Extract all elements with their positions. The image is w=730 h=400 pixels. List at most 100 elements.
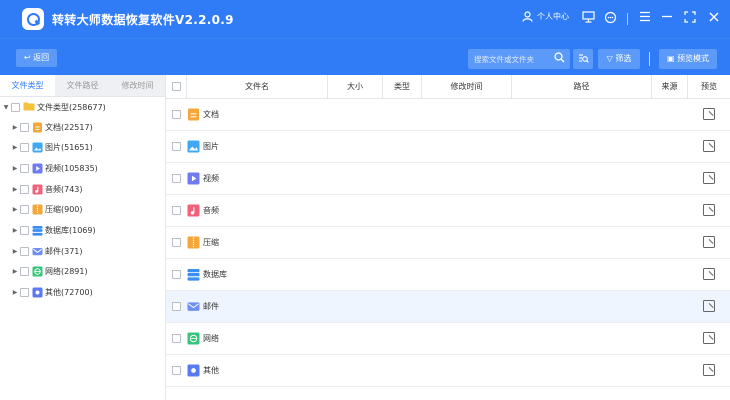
tree-label: 邮件(371) [45, 246, 83, 256]
maximize-icon[interactable] [683, 11, 697, 25]
row-checkbox[interactable] [172, 142, 181, 151]
monitor-icon[interactable] [581, 11, 595, 25]
expand-right-icon[interactable]: ▶ [11, 227, 19, 234]
tree-checkbox[interactable] [20, 184, 29, 194]
preview-mode-button[interactable]: ▣ 预览模式 [659, 49, 717, 69]
header-name[interactable]: 文件名 [187, 75, 328, 99]
row-checkbox[interactable] [172, 110, 181, 119]
row-checkbox[interactable] [172, 302, 181, 311]
select-all-checkbox[interactable] [171, 82, 181, 91]
search-icon[interactable] [554, 52, 565, 63]
preview-icon[interactable] [703, 236, 715, 248]
preview-icon[interactable] [703, 268, 715, 280]
row-checkbox[interactable] [172, 366, 181, 375]
back-button[interactable]: ↩ 返回 [16, 49, 57, 67]
expand-right-icon[interactable]: ▶ [11, 186, 19, 193]
expand-right-icon[interactable]: ▶ [11, 206, 19, 213]
other-icon [187, 364, 200, 377]
audio-icon [187, 204, 200, 217]
app-title: 转转大师数据恢复软件V2.2.0.9 [52, 13, 234, 27]
expand-right-icon[interactable]: ▶ [11, 124, 19, 131]
expand-right-icon[interactable]: ▶ [11, 289, 19, 296]
network-icon [32, 266, 43, 277]
expand-right-icon[interactable]: ▶ [11, 248, 19, 255]
row-checkbox[interactable] [172, 206, 181, 215]
tree-checkbox[interactable] [20, 205, 29, 215]
tab-file-path[interactable]: 文件路径 [55, 75, 110, 96]
table-row[interactable]: 文档 [166, 99, 730, 131]
table-row[interactable]: 压缩 [166, 227, 730, 259]
table-row[interactable]: 音频 [166, 195, 730, 227]
tree-item[interactable]: ▶ 文档(22517) [11, 117, 93, 137]
video-icon [187, 172, 200, 185]
tree-item[interactable]: ▶ 网络(2891) [11, 262, 88, 282]
header-source[interactable]: 来源 [652, 75, 688, 99]
table-row[interactable]: 其他 [166, 355, 730, 387]
expand-right-icon[interactable]: ▶ [11, 144, 19, 151]
row-checkbox[interactable] [172, 238, 181, 247]
advanced-search-button[interactable] [573, 49, 593, 69]
tree-item[interactable]: ▶ 视频(105835) [11, 158, 98, 178]
expand-down-icon[interactable]: ▼ [2, 104, 10, 111]
preview-mode-icon: ▣ [666, 54, 675, 63]
filter-button[interactable]: ▽ 筛选 [598, 49, 640, 69]
tree-checkbox[interactable] [20, 288, 29, 298]
row-checkbox[interactable] [172, 334, 181, 343]
document-icon [32, 122, 43, 133]
header-path[interactable]: 路径 [512, 75, 652, 99]
tree-item[interactable]: ▶ 图片(51651) [11, 138, 93, 158]
tree-checkbox[interactable] [20, 163, 29, 173]
tree-label: 数据库(1069) [45, 226, 96, 235]
search-input[interactable] [474, 52, 552, 66]
table-row[interactable]: 网络 [166, 323, 730, 355]
header-modified[interactable]: 修改时间 [422, 75, 512, 99]
tree-item[interactable]: ▶ 音频(743) [11, 179, 83, 199]
tab-modified-time[interactable]: 修改时间 [110, 75, 165, 96]
tree-item[interactable]: ▶ 邮件(371) [11, 241, 83, 261]
tree-label: 文件类型(258677) [37, 102, 106, 112]
preview-icon[interactable] [703, 204, 715, 216]
preview-icon[interactable] [703, 172, 715, 184]
minimize-icon[interactable] [660, 11, 674, 25]
tree-label: 其他(72700) [45, 288, 93, 298]
tree-checkbox[interactable] [20, 267, 29, 277]
expand-right-icon[interactable]: ▶ [11, 165, 19, 172]
tree-label: 视频(105835) [45, 163, 98, 173]
close-icon[interactable] [707, 11, 721, 25]
preview-icon[interactable] [703, 364, 715, 376]
expand-right-icon[interactable]: ▶ [11, 268, 19, 275]
tree-root-item[interactable]: ▼ 文件类型(258677) [2, 97, 106, 117]
preview-icon[interactable] [703, 140, 715, 152]
tab-file-type[interactable]: 文件类型 [0, 75, 55, 96]
tree-label: 文档(22517) [45, 122, 93, 132]
preview-icon[interactable] [703, 300, 715, 312]
row-checkbox[interactable] [172, 174, 181, 183]
tree-checkbox[interactable] [20, 143, 29, 153]
tree-checkbox[interactable] [20, 122, 29, 132]
table-row[interactable]: 数据库 [166, 259, 730, 291]
mail-icon [187, 300, 200, 313]
user-center-button[interactable]: 个人中心 [522, 11, 569, 22]
header-size[interactable]: 大小 [328, 75, 383, 99]
table-row[interactable]: 图片 [166, 131, 730, 163]
archive-icon [32, 204, 43, 215]
tree-checkbox[interactable] [20, 246, 29, 256]
file-name: 音频 [203, 206, 219, 215]
image-icon [32, 142, 43, 153]
row-checkbox[interactable] [172, 270, 181, 279]
preview-icon[interactable] [703, 108, 715, 120]
file-name: 数据库 [203, 270, 227, 279]
table-row[interactable]: 邮件 [166, 291, 730, 323]
menu-icon[interactable] [638, 11, 652, 25]
tree-item[interactable]: ▶ 其他(72700) [11, 283, 93, 303]
tree-checkbox[interactable] [11, 102, 20, 112]
header-type[interactable]: 类型 [383, 75, 422, 99]
preview-mode-label: 预览模式 [677, 54, 710, 63]
tree-item[interactable]: ▶ 数据库(1069) [11, 221, 96, 241]
tree-item[interactable]: ▶ 压缩(900) [11, 200, 83, 220]
support-icon[interactable] [603, 11, 617, 25]
table-row[interactable]: 视频 [166, 163, 730, 195]
header-select-all [166, 75, 187, 99]
preview-icon[interactable] [703, 332, 715, 344]
tree-checkbox[interactable] [20, 226, 29, 235]
